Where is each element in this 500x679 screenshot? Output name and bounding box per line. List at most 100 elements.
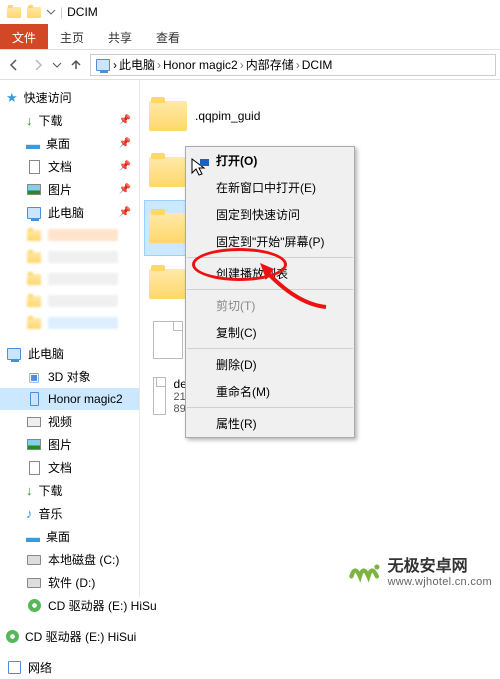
back-button[interactable] (4, 55, 24, 75)
sidebar-item-blur[interactable] (0, 224, 139, 246)
sidebar-item-cd-drive[interactable]: CD 驱动器 (E:) HiSu (0, 594, 139, 617)
tab-file[interactable]: 文件 (0, 24, 48, 49)
music-icon: ♪ (26, 506, 33, 521)
file-icon (153, 377, 166, 415)
menu-properties[interactable]: 属性(R) (186, 410, 354, 437)
sidebar-item-videos[interactable]: 视频 (0, 410, 139, 433)
menu-delete[interactable]: 删除(D) (186, 351, 354, 378)
video-icon (26, 414, 42, 430)
document-icon (26, 159, 42, 175)
sidebar-cd-drive[interactable]: CD 驱动器 (E:) HiSui (0, 625, 139, 648)
pin-icon: 📌 (119, 138, 131, 149)
menu-rename[interactable]: 重命名(M) (186, 378, 354, 405)
sidebar-item-blur[interactable] (0, 290, 139, 312)
sidebar-item-desktop[interactable]: ▬桌面 (0, 525, 139, 548)
download-icon: ↓ (26, 113, 33, 128)
desktop-icon: ▬ (26, 529, 40, 545)
tab-share[interactable]: 共享 (96, 24, 144, 49)
cursor-icon (190, 157, 210, 177)
sidebar-item-blur[interactable] (0, 246, 139, 268)
label: 网络 (28, 659, 52, 676)
sidebar-item-music[interactable]: ♪音乐 (0, 502, 139, 525)
sidebar-item-pictures[interactable]: 图片 (0, 433, 139, 456)
sidebar-item-downloads[interactable]: ↓下载📌 (0, 109, 139, 132)
window-title: DCIM (67, 5, 98, 19)
picture-icon (26, 437, 42, 453)
pc-icon (6, 346, 22, 362)
disk-icon (26, 552, 42, 568)
sidebar-item-documents[interactable]: 文档📌 (0, 155, 139, 178)
menu-cut[interactable]: 剪切(T) (186, 292, 354, 319)
folder-icon (149, 213, 187, 243)
crumb-thispc[interactable]: 此电脑 (119, 56, 155, 73)
crumb-storage[interactable]: 内部存储 (246, 56, 294, 73)
folder-icon (26, 315, 42, 331)
sidebar-item-documents[interactable]: 文档 (0, 456, 139, 479)
sidebar-this-pc[interactable]: 此电脑 (0, 342, 139, 365)
menu-open[interactable]: 打开(O) (186, 147, 354, 174)
label: 快速访问 (24, 89, 72, 106)
sidebar-quick-access[interactable]: ★快速访问 (0, 86, 139, 109)
breadcrumb[interactable]: › 此电脑› Honor magic2› 内部存储› DCIM (90, 54, 496, 76)
separator (187, 407, 353, 408)
sidebar-item-3d[interactable]: ▣3D 对象 (0, 365, 139, 388)
sidebar-item-blur[interactable] (0, 312, 139, 334)
chevron-right-icon[interactable]: › (157, 58, 161, 72)
forward-button[interactable] (28, 55, 48, 75)
chevron-right-icon[interactable]: › (296, 58, 300, 72)
crumb-device[interactable]: Honor magic2 (163, 58, 238, 72)
phone-icon (26, 391, 42, 407)
up-button[interactable] (66, 55, 86, 75)
watermark: 无极安卓网 www.wjhotel.cn.com (348, 556, 492, 590)
menu-copy[interactable]: 复制(C) (186, 319, 354, 346)
sidebar-item-c-drive[interactable]: 本地磁盘 (C:) (0, 548, 139, 571)
sidebar: ★快速访问 ↓下载📌 ▬桌面📌 文档📌 图片📌 此电脑📌 此电脑 ▣3D 对象 … (0, 80, 140, 597)
sidebar-item-d-drive[interactable]: 软件 (D:) (0, 571, 139, 594)
sidebar-item-blur[interactable] (0, 268, 139, 290)
sidebar-item-honor[interactable]: Honor magic2 (0, 388, 139, 410)
sidebar-item-pictures[interactable]: 图片📌 (0, 178, 139, 201)
chevron-right-icon[interactable]: › (113, 58, 117, 72)
separator: | (60, 5, 63, 19)
label: CD 驱动器 (E:) HiSui (25, 628, 136, 645)
chevron-right-icon[interactable]: › (240, 58, 244, 72)
sidebar-item-desktop[interactable]: ▬桌面📌 (0, 132, 139, 155)
disc-icon (26, 598, 42, 614)
watermark-title: 无极安卓网 (388, 558, 492, 576)
folder-icon (26, 271, 42, 287)
folder-icon (149, 157, 187, 187)
disc-icon (6, 629, 19, 645)
cube-icon: ▣ (26, 369, 42, 385)
logo-icon (348, 556, 382, 590)
label: 此电脑 (28, 345, 64, 362)
address-bar: › 此电脑› Honor magic2› 内部存储› DCIM (0, 50, 500, 80)
watermark-url: www.wjhotel.cn.com (388, 576, 492, 588)
pin-icon: 📌 (119, 184, 131, 195)
disk-icon (26, 575, 42, 591)
picture-icon (26, 182, 42, 198)
separator (187, 257, 353, 258)
tab-home[interactable]: 主页 (48, 24, 96, 49)
sidebar-item-downloads[interactable]: ↓下载 (0, 479, 139, 502)
desktop-icon: ▬ (26, 136, 40, 152)
crumb-dcim[interactable]: DCIM (302, 58, 333, 72)
folder-icon (149, 269, 187, 299)
pc-icon (26, 205, 42, 221)
sidebar-network[interactable]: 网络 (0, 656, 139, 679)
menu-pin-start[interactable]: 固定到"开始"屏幕(P) (186, 228, 354, 255)
folder-icon (26, 249, 42, 265)
folder-icon (26, 4, 42, 20)
dropdown-icon[interactable] (46, 7, 56, 17)
tab-view[interactable]: 查看 (144, 24, 192, 49)
document-icon (26, 460, 42, 476)
context-menu: 打开(O) 在新窗口中打开(E) 固定到快速访问 固定到"开始"屏幕(P) 创建… (185, 146, 355, 438)
pc-icon (95, 57, 111, 73)
history-dropdown-icon[interactable] (52, 60, 62, 70)
menu-playlist[interactable]: 创建播放列表 (186, 260, 354, 287)
sidebar-item-thispc[interactable]: 此电脑📌 (0, 201, 139, 224)
list-item[interactable]: .qqpim_guid (144, 88, 324, 144)
menu-open-new[interactable]: 在新窗口中打开(E) (186, 174, 354, 201)
menu-pin-quick[interactable]: 固定到快速访问 (186, 201, 354, 228)
folder-icon (26, 227, 42, 243)
file-icon (153, 321, 183, 359)
